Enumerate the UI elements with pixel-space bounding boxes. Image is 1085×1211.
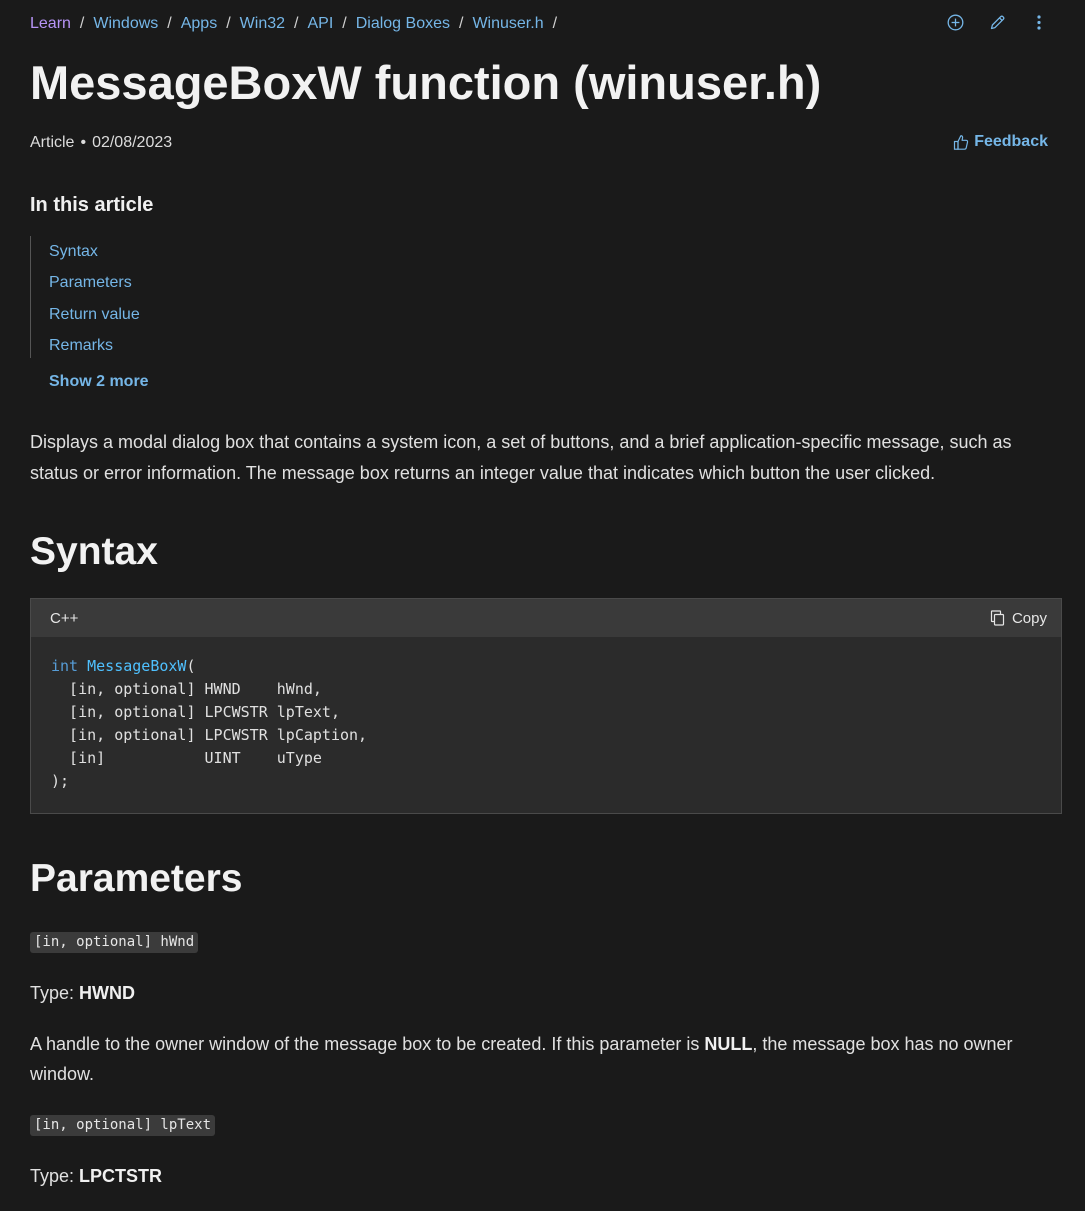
code-content: int MessageBoxW( [in, optional] HWND hWn… <box>31 637 1061 811</box>
code-line: [in] UINT uType <box>51 749 322 767</box>
type-prefix: Type: <box>30 983 80 1003</box>
feedback-button[interactable]: Feedback <box>953 133 1048 151</box>
param-type-lptext: Type: LPCTSTR <box>30 1166 162 1187</box>
feedback-label: Feedback <box>974 133 1048 150</box>
code-open-paren: ( <box>186 657 196 675</box>
breadcrumb-winuser-h[interactable]: Winuser.h <box>472 15 543 33</box>
copy-button[interactable]: Copy <box>990 610 1047 627</box>
show-more-button[interactable]: Show 2 more <box>49 373 149 391</box>
code-line: [in, optional] LPCWSTR lpCaption, <box>51 726 368 744</box>
breadcrumb-win32[interactable]: Win32 <box>240 15 285 33</box>
type-value: HWND <box>79 983 136 1003</box>
meta-dot: • <box>80 134 87 151</box>
page-title: MessageBoxW function (winuser.h) <box>30 56 822 109</box>
param-tag-lptext: [in, optional] lpText <box>30 1115 216 1136</box>
breadcrumb-separator: / <box>552 15 558 32</box>
article-type: Article <box>30 134 75 151</box>
toc-item-parameters[interactable]: Parameters <box>49 267 140 298</box>
code-function-name: MessageBoxW <box>87 657 187 675</box>
add-circle-icon[interactable] <box>946 11 964 33</box>
toc-item-return-value[interactable]: Return value <box>49 299 140 330</box>
breadcrumb-api[interactable]: API <box>307 15 333 33</box>
breadcrumb-learn[interactable]: Learn <box>30 15 71 33</box>
toc-list: Syntax Parameters Return value Remarks <box>30 236 140 358</box>
desc-bold: NULL <box>704 1034 753 1054</box>
breadcrumb-windows[interactable]: Windows <box>93 15 158 33</box>
article-meta: Article • 02/08/2023 <box>30 134 172 152</box>
code-line: ); <box>51 772 70 790</box>
breadcrumb-separator: / <box>459 15 464 32</box>
code-language: C++ <box>50 609 79 627</box>
code-line: [in, optional] LPCWSTR lpText, <box>51 703 340 721</box>
breadcrumb-separator: / <box>79 15 85 32</box>
param-type-hwnd: Type: HWND <box>30 983 135 1004</box>
param-desc-hwnd: A handle to the owner window of the mess… <box>30 1029 1030 1089</box>
code-return-type: int <box>51 657 79 675</box>
parameters-heading: Parameters <box>30 857 243 900</box>
type-value: LPCTSTR <box>79 1166 163 1186</box>
breadcrumb-separator: / <box>167 15 172 32</box>
breadcrumb-dialog-boxes[interactable]: Dialog Boxes <box>356 15 450 33</box>
copy-label: Copy <box>1011 609 1047 627</box>
toc-title: In this article <box>30 194 154 216</box>
param-tag-hwnd: [in, optional] hWnd <box>30 932 199 953</box>
code-header: C++ Copy <box>31 599 1061 637</box>
code-line: [in, optional] HWND hWnd, <box>51 680 322 698</box>
toc-item-syntax[interactable]: Syntax <box>49 236 140 267</box>
top-actions <box>946 11 1048 33</box>
breadcrumb: Learn / Windows / Apps / Win32 / API / D… <box>30 13 566 35</box>
breadcrumb-separator: / <box>226 15 231 32</box>
breadcrumb-separator: / <box>342 15 347 32</box>
breadcrumb-apps[interactable]: Apps <box>181 15 217 33</box>
copy-icon <box>990 610 1005 626</box>
code-block: C++ Copy int MessageBoxW( [in, optional]… <box>30 598 1062 814</box>
more-vertical-icon[interactable] <box>1030 11 1048 33</box>
function-description: Displays a modal dialog box that contain… <box>30 432 1012 483</box>
thumbs-up-icon <box>954 134 969 150</box>
desc-text: A handle to the owner window of the mess… <box>30 1034 705 1054</box>
article-date: 02/08/2023 <box>92 134 173 151</box>
pencil-icon[interactable] <box>988 11 1006 33</box>
toc-item-remarks[interactable]: Remarks <box>49 330 140 361</box>
type-prefix: Type: <box>30 1166 80 1186</box>
syntax-heading: Syntax <box>30 530 158 573</box>
breadcrumb-separator: / <box>294 15 299 32</box>
